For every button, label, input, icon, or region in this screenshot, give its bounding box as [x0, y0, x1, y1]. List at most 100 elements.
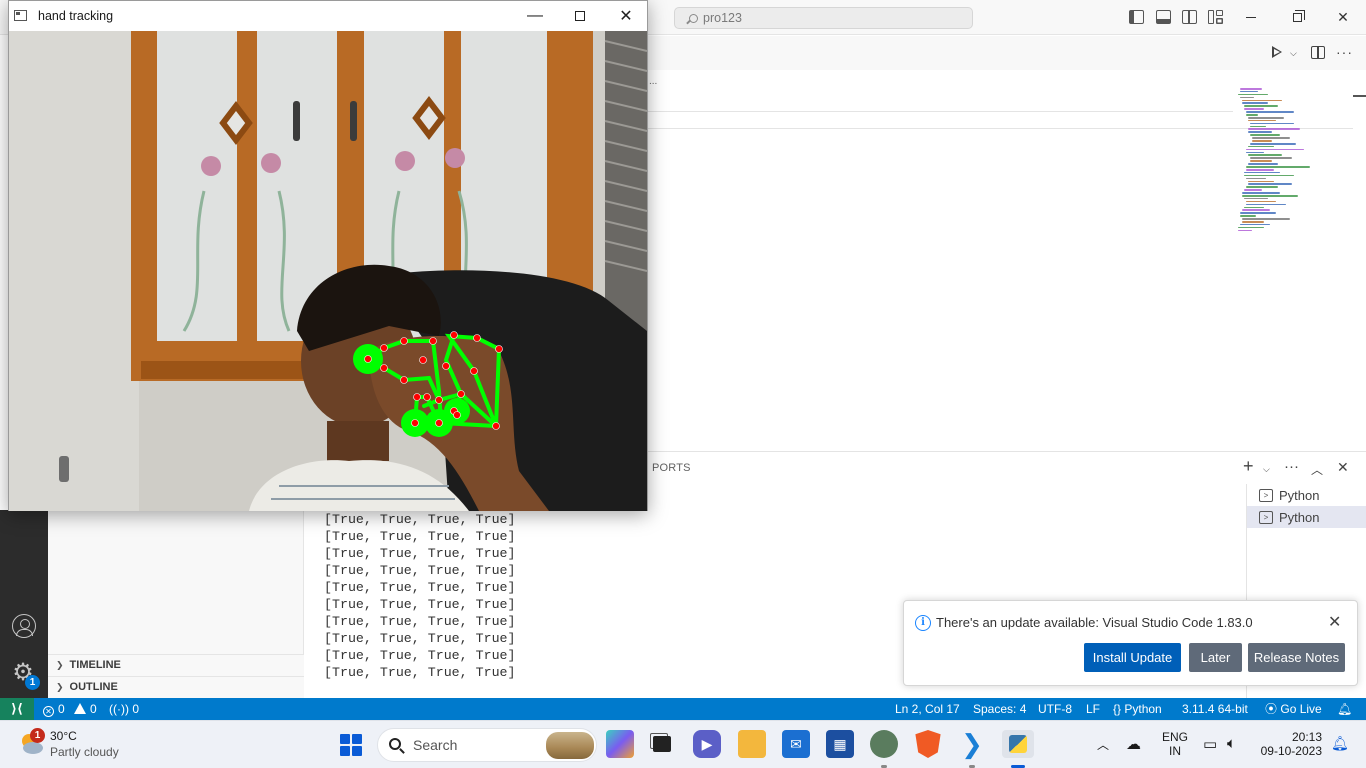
minimap-line: [1246, 168, 1274, 171]
mail-icon[interactable]: ✉: [782, 730, 810, 758]
customize-layout-icon[interactable]: [1208, 10, 1223, 24]
file-explorer-icon[interactable]: [738, 730, 766, 758]
show-hidden-icons-icon[interactable]: ︿: [1097, 736, 1109, 753]
minimap-line: [1242, 209, 1270, 211]
ports-status[interactable]: ((·)) 0: [109, 698, 139, 720]
search-placeholder: Search: [413, 737, 458, 753]
minimap-line: [1242, 194, 1298, 197]
problems-status[interactable]: ✕ 0 0: [43, 698, 97, 720]
tab-ports[interactable]: PORTS: [652, 462, 691, 474]
maximize-icon: [575, 11, 585, 21]
terminal-output[interactable]: [True, True, True, True] [True, True, Tr…: [304, 511, 904, 696]
store-icon[interactable]: ▦: [826, 730, 854, 758]
remote-icon[interactable]: ⟩⟨: [0, 698, 34, 720]
warning-icon: [74, 703, 87, 714]
weather-temperature: 30°C: [50, 729, 77, 743]
language-status[interactable]: {} Python: [1113, 698, 1162, 720]
editor-divider: [648, 111, 1233, 112]
network-icon[interactable]: ▭: [1203, 735, 1217, 753]
more-actions-icon[interactable]: ···: [1284, 458, 1299, 475]
new-terminal-icon[interactable]: +: [1243, 456, 1254, 477]
close-button[interactable]: ✕: [1320, 0, 1366, 35]
panel-border: [648, 451, 1366, 452]
minimap-line: [1242, 192, 1280, 194]
notification-message: There's an update available: Visual Stud…: [936, 615, 1253, 630]
minimize-button[interactable]: —: [512, 1, 558, 31]
toggle-panel-icon[interactable]: [1156, 10, 1171, 24]
vscode-taskbar-icon[interactable]: ❯: [958, 729, 986, 759]
brave-browser-icon[interactable]: [915, 730, 941, 758]
close-notification-icon[interactable]: ✕: [1328, 612, 1341, 632]
restore-icon: [1292, 10, 1305, 22]
maximize-panel-icon[interactable]: ︿: [1311, 461, 1323, 478]
minimap[interactable]: [1238, 88, 1358, 232]
section-label: OUTLINE: [69, 681, 118, 693]
settings-badge: 1: [25, 675, 40, 690]
breadcrumb-overflow[interactable]: ...: [649, 76, 657, 87]
close-button[interactable]: ✕: [603, 1, 649, 31]
chrome-profile-icon[interactable]: [870, 730, 898, 758]
run-icon[interactable]: [1272, 46, 1282, 58]
chevron-down-icon[interactable]: ⌵: [1263, 464, 1270, 475]
cursor-position[interactable]: Ln 2, Col 17: [895, 698, 960, 720]
minimap-line: [1244, 108, 1264, 110]
minimap-line: [1252, 137, 1290, 139]
section-outline[interactable]: ❯ OUTLINE: [48, 676, 304, 698]
terminal-tab-python-active[interactable]: > Python: [1247, 506, 1366, 528]
install-update-button[interactable]: Install Update: [1084, 643, 1181, 672]
copilot-icon[interactable]: [606, 730, 634, 758]
minimap-line: [1242, 218, 1290, 220]
minimap-line: [1244, 105, 1278, 107]
go-live-label: Go Live: [1280, 702, 1322, 716]
go-live-button[interactable]: ⦿ Go Live: [1265, 698, 1322, 720]
command-center-search[interactable]: pro123: [674, 7, 973, 29]
toggle-secondary-sidebar-icon[interactable]: [1182, 10, 1197, 24]
broadcast-icon: ⦿: [1265, 702, 1278, 716]
section-timeline[interactable]: ❯ TIMELINE: [48, 654, 304, 676]
info-icon: i: [915, 615, 931, 631]
chevron-down-icon[interactable]: ⌵: [1290, 48, 1297, 59]
task-view-icon[interactable]: [648, 730, 676, 758]
minimap-line: [1240, 88, 1262, 90]
python-window-icon[interactable]: [1002, 730, 1034, 758]
notification-bell-icon[interactable]: 🔔︎: [1331, 735, 1349, 752]
indentation-status[interactable]: Spaces: 4: [973, 698, 1026, 720]
account-icon[interactable]: [12, 614, 36, 638]
chevron-right-icon: ❯: [56, 660, 64, 670]
close-panel-icon[interactable]: ✕: [1337, 459, 1349, 476]
release-notes-button[interactable]: Release Notes: [1248, 643, 1345, 672]
minimap-line: [1248, 154, 1282, 157]
toggle-primary-sidebar-icon[interactable]: [1129, 10, 1144, 24]
eol-status[interactable]: LF: [1086, 698, 1100, 720]
error-icon: ✕: [43, 706, 54, 717]
terminal-tab-label: Python: [1279, 509, 1320, 525]
terminal-tab-python[interactable]: > Python: [1247, 484, 1366, 506]
more-actions-icon[interactable]: ···: [1336, 44, 1353, 60]
minimap-line: [1248, 131, 1272, 133]
volume-icon[interactable]: 🔈︎: [1227, 735, 1236, 752]
encoding-status[interactable]: UTF-8: [1038, 698, 1072, 720]
start-button[interactable]: [340, 734, 362, 756]
restore-button[interactable]: [1274, 0, 1320, 35]
later-button[interactable]: Later: [1189, 643, 1242, 672]
minimap-line: [1246, 148, 1304, 151]
region-code: IN: [1169, 744, 1181, 758]
minimap-line: [1242, 99, 1282, 102]
bell-icon[interactable]: 🔔︎: [1337, 698, 1352, 720]
language-indicator[interactable]: ENG IN: [1162, 730, 1188, 758]
minimap-line: [1248, 180, 1274, 183]
onedrive-icon[interactable]: ☁︎: [1126, 735, 1141, 753]
maximize-button[interactable]: [557, 1, 603, 31]
weather-badge: 1: [30, 728, 45, 743]
clock[interactable]: 20:13 09-10-2023: [1260, 730, 1322, 758]
minimap-line: [1250, 142, 1296, 145]
minimize-button[interactable]: [1228, 0, 1274, 35]
split-editor-icon[interactable]: [1311, 46, 1325, 59]
terminal-line: [True, True, True, True]: [324, 512, 516, 527]
teams-chat-icon[interactable]: ▶: [693, 730, 721, 758]
terminal-line: [True, True, True, True]: [324, 665, 516, 680]
interpreter-status[interactable]: 3.11.4 64-bit: [1182, 698, 1248, 720]
taskbar-search[interactable]: Search: [377, 728, 597, 762]
window-titlebar[interactable]: hand tracking — ✕: [9, 1, 647, 31]
update-notification: i There's an update available: Visual St…: [903, 600, 1358, 686]
